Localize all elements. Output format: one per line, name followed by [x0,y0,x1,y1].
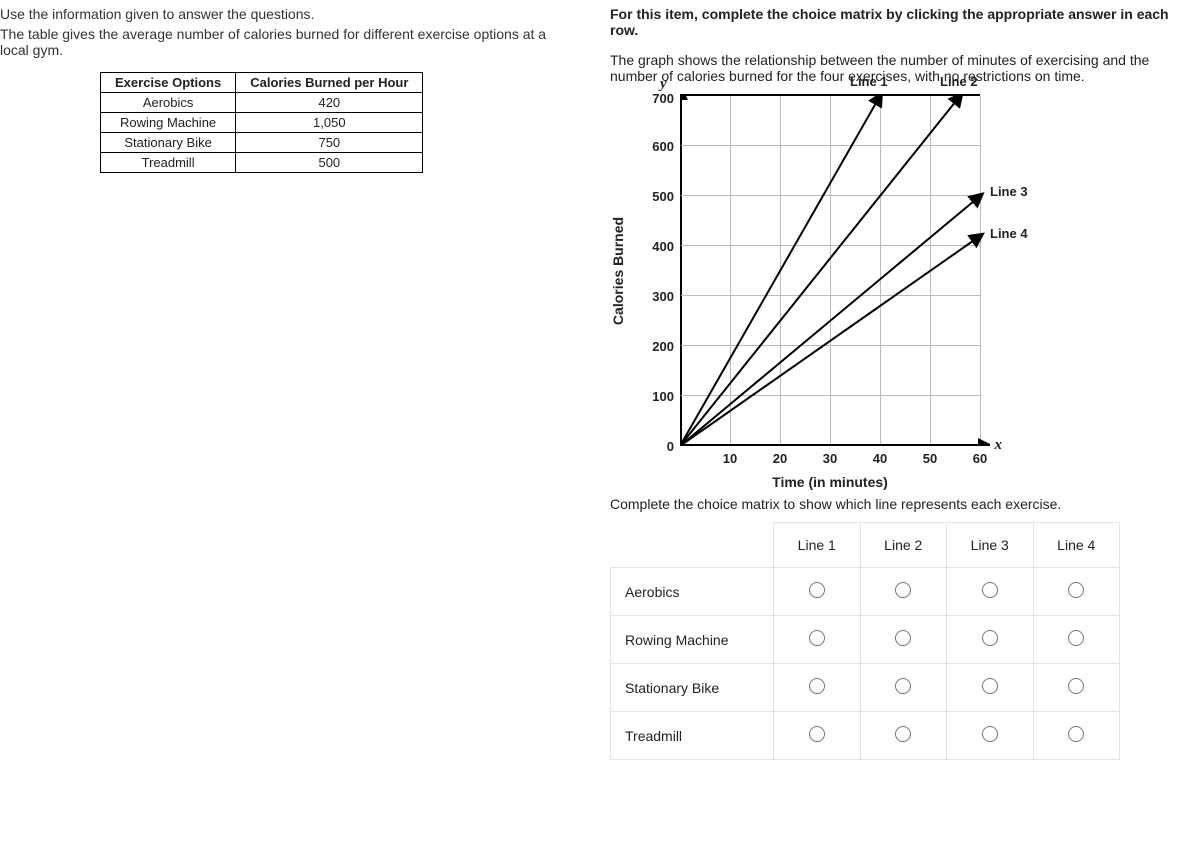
table-row: Aerobics 420 [101,93,423,113]
line2-label: Line 2 [940,74,978,89]
ytick: 400 [644,239,674,254]
matrix-row-bike: Stationary Bike [611,664,1120,712]
cell: Rowing Machine [101,113,236,133]
matrix-header: Line 4 [1033,523,1120,568]
table-row: Stationary Bike 750 [101,133,423,153]
xtick: 40 [873,451,887,466]
matrix-row-rowing: Rowing Machine [611,616,1120,664]
matrix-row-label: Aerobics [611,568,774,616]
xtick: 30 [823,451,837,466]
radio-aerobics-line2[interactable] [895,582,911,598]
radio-rowing-line4[interactable] [1068,630,1084,646]
xtick: 50 [923,451,937,466]
line1-label: Line 1 [850,74,888,89]
radio-bike-line3[interactable] [982,678,998,694]
matrix-row-treadmill: Treadmill [611,712,1120,760]
x-axis-label: Time (in minutes) [772,474,888,490]
radio-bike-line4[interactable] [1068,678,1084,694]
cell: 500 [236,153,423,173]
matrix-row-label: Rowing Machine [611,616,774,664]
cell: 750 [236,133,423,153]
chart-lines [680,96,990,446]
line3-label: Line 3 [990,184,1028,199]
right-column: For this item, complete the choice matri… [610,6,1200,760]
radio-aerobics-line3[interactable] [982,582,998,598]
xtick: 20 [773,451,787,466]
ytick: 700 [644,91,674,106]
radio-aerobics-line4[interactable] [1068,582,1084,598]
y-axis-label: Calories Burned [610,217,626,325]
matrix-intro-text: Complete the choice matrix to show which… [610,496,1200,512]
cell: 420 [236,93,423,113]
intro-text: Use the information given to answer the … [0,6,570,22]
table-row: Treadmill 500 [101,153,423,173]
cell: Aerobics [101,93,236,113]
matrix-row-label: Treadmill [611,712,774,760]
instruction-text: For this item, complete the choice matri… [610,6,1200,38]
xtick: 10 [723,451,737,466]
radio-rowing-line3[interactable] [982,630,998,646]
ytick: 500 [644,189,674,204]
radio-treadmill-line2[interactable] [895,726,911,742]
radio-bike-line1[interactable] [809,678,825,694]
matrix-header: Line 3 [947,523,1034,568]
radio-treadmill-line1[interactable] [809,726,825,742]
exercise-table: Exercise Options Calories Burned per Hou… [100,72,423,173]
graph-intro-text: The graph shows the relationship between… [610,52,1200,84]
matrix-header: Line 2 [860,523,947,568]
radio-rowing-line2[interactable] [895,630,911,646]
th-exercise: Exercise Options [101,73,236,93]
matrix-row-label: Stationary Bike [611,664,774,712]
sub-text: The table gives the average number of ca… [0,26,570,58]
cell: Treadmill [101,153,236,173]
matrix-header: Line 1 [774,523,861,568]
radio-treadmill-line3[interactable] [982,726,998,742]
ytick: 100 [644,389,674,404]
radio-rowing-line1[interactable] [809,630,825,646]
cell: 1,050 [236,113,423,133]
th-calories: Calories Burned per Hour [236,73,423,93]
ytick: 600 [644,139,674,154]
choice-matrix: Line 1 Line 2 Line 3 Line 4 Aerobics Row… [610,522,1120,760]
left-column: Use the information given to answer the … [0,6,570,760]
radio-treadmill-line4[interactable] [1068,726,1084,742]
radio-aerobics-line1[interactable] [809,582,825,598]
line4-label: Line 4 [990,226,1028,241]
ytick: 200 [644,339,674,354]
xtick: 60 [973,451,987,466]
ytick: 300 [644,289,674,304]
plot-area: y x 0 100 200 300 [680,94,980,446]
ytick: 0 [644,439,674,454]
chart: y x 0 100 200 300 [680,94,1200,446]
x-letter: x [995,437,1003,454]
table-row: Rowing Machine 1,050 [101,113,423,133]
matrix-header-blank [611,523,774,568]
radio-bike-line2[interactable] [895,678,911,694]
matrix-row-aerobics: Aerobics [611,568,1120,616]
cell: Stationary Bike [101,133,236,153]
